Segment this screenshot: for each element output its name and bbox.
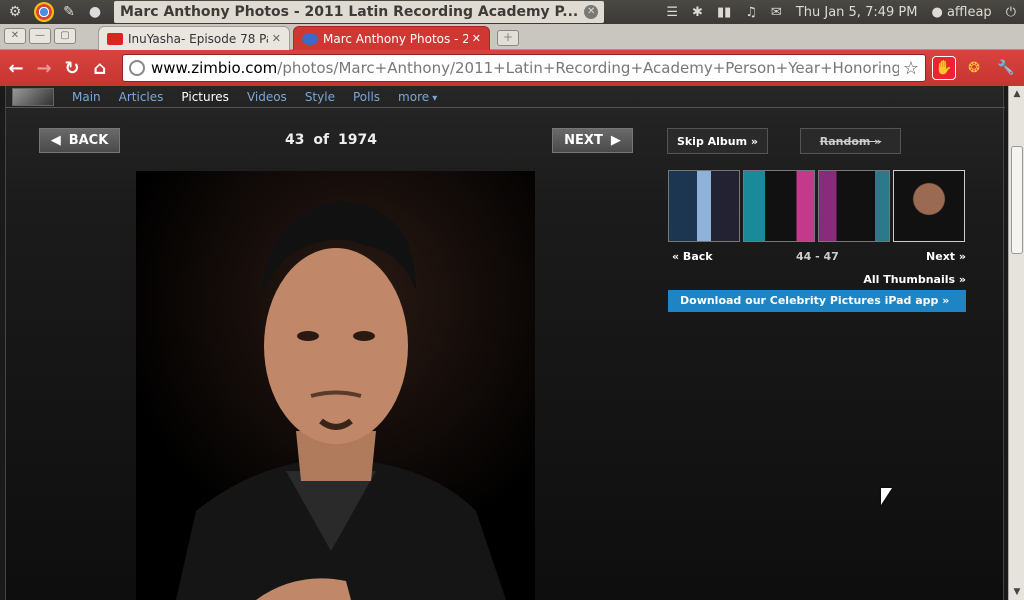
triangle-right-icon: ▶ [610, 133, 621, 148]
tab-close-icon[interactable]: ✕ [272, 32, 281, 45]
clock[interactable]: Thu Jan 5, 7:49 PM [796, 5, 918, 20]
random-button[interactable]: Random » [800, 128, 901, 154]
thumbnail-46[interactable] [818, 170, 890, 242]
youtube-favicon-icon [107, 32, 123, 45]
portrait-image [136, 171, 535, 600]
triangle-left-icon: ◀ [50, 133, 61, 148]
bluetooth-icon[interactable]: ✱ [692, 5, 703, 20]
window-minimize-button[interactable]: — [29, 28, 51, 44]
url-path: /photos/Marc+Anthony/2011+Latin+Recordin… [277, 59, 899, 77]
text-editor-icon[interactable]: ✎ [58, 2, 80, 22]
nav-more[interactable]: more [398, 90, 437, 104]
nav-videos[interactable]: Videos [247, 90, 287, 104]
tab-strip: ✕ — ▢ InuYasha- Episode 78 Pa ✕ Marc Ant… [0, 24, 1024, 50]
scrollbar-thumb[interactable] [1011, 146, 1023, 254]
counter-current: 43 [285, 132, 305, 148]
new-tab-button[interactable]: + [497, 30, 519, 46]
user-name: affleap [946, 4, 992, 20]
nav-articles[interactable]: Articles [119, 90, 164, 104]
skip-album-button[interactable]: Skip Album » [667, 128, 768, 154]
volume-icon[interactable]: ♫ [745, 5, 757, 20]
wifi-icon[interactable]: ☰ [666, 5, 678, 20]
site-nav: Main Articles Pictures Videos Style Poll… [6, 86, 1005, 108]
thumbs-range: 44 - 47 [796, 250, 839, 263]
zimbio-favicon-icon [302, 32, 318, 45]
active-window-title: Marc Anthony Photos - 2011 Latin Recordi… [114, 1, 605, 23]
nav-style[interactable]: Style [305, 90, 335, 104]
back-label: BACK [68, 133, 109, 148]
tab-inuyasha[interactable]: InuYasha- Episode 78 Pa ✕ [98, 26, 290, 50]
mail-icon[interactable]: ✉ [771, 5, 782, 20]
forward-arrow-icon[interactable]: → [30, 54, 58, 82]
ubuntu-menu-icon[interactable]: ⚙ [4, 2, 26, 22]
globe-icon [129, 60, 145, 76]
system-tray: ☰ ✱ ▮▮ ♫ ✉ Thu Jan 5, 7:49 PM ● affleap … [666, 5, 1024, 20]
thumbs-back-link[interactable]: « Back [672, 250, 713, 263]
chrome-launcher-icon[interactable] [34, 2, 54, 22]
url-domain: www.zimbio.com [151, 59, 278, 77]
tab-marc-anthony[interactable]: Marc Anthony Photos - 2 ✕ [293, 26, 490, 50]
gallery-back-button[interactable]: ◀ BACK [39, 128, 120, 153]
next-label: NEXT [564, 133, 603, 148]
battery-icon[interactable]: ▮▮ [717, 5, 731, 20]
photo-counter: 43 of 1974 [246, 132, 416, 148]
counter-of: of [313, 132, 330, 148]
thumbs-next-link[interactable]: Next » [926, 250, 966, 263]
gallery-next-button[interactable]: NEXT ▶ [552, 128, 633, 153]
gallery-frame: Main Articles Pictures Videos Style Poll… [5, 86, 1005, 600]
window-close-icon[interactable]: ✕ [584, 5, 599, 19]
tab-close-icon[interactable]: ✕ [472, 32, 481, 45]
thumbnail-44[interactable] [668, 170, 740, 242]
thumbnail-47[interactable] [893, 170, 965, 242]
address-bar[interactable]: www.zimbio.com/photos/Marc+Anthony/2011+… [122, 54, 926, 82]
scroll-down-icon[interactable]: ▼ [1011, 586, 1023, 598]
page-scrollbar[interactable]: ▲ ▼ [1008, 86, 1024, 600]
nav-main[interactable]: Main [72, 90, 101, 104]
system-icon[interactable]: ● [84, 2, 106, 22]
all-thumbnails-link[interactable]: All Thumbnails » [826, 273, 966, 286]
thumbnail-strip [668, 170, 965, 242]
tab-label: Marc Anthony Photos - 2 [323, 31, 468, 46]
window-title-text: Marc Anthony Photos - 2011 Latin Recordi… [120, 4, 579, 20]
reload-icon[interactable]: ↻ [58, 54, 86, 82]
thumbnail-45[interactable] [743, 170, 815, 242]
nav-pictures[interactable]: Pictures [181, 90, 229, 104]
tab-label: InuYasha- Episode 78 Pa [128, 31, 268, 46]
mouse-cursor-icon [881, 488, 892, 505]
back-arrow-icon[interactable]: ← [2, 54, 30, 82]
main-photo[interactable] [136, 171, 535, 600]
scroll-up-icon[interactable]: ▲ [1011, 88, 1023, 100]
bookmark-star-icon[interactable]: ☆ [903, 58, 919, 79]
os-top-panel: ⚙ ✎ ● Marc Anthony Photos - 2011 Latin R… [0, 0, 1024, 24]
power-icon[interactable]: ⏻ [1006, 5, 1016, 20]
profile-thumbnail[interactable] [12, 87, 54, 106]
ipad-app-banner[interactable]: Download our Celebrity Pictures iPad app… [668, 290, 966, 312]
user-menu[interactable]: ● affleap [931, 5, 991, 20]
home-icon[interactable]: ⌂ [86, 54, 114, 82]
window-maximize-button[interactable]: ▢ [54, 28, 76, 44]
web-page: Main Articles Pictures Videos Style Poll… [0, 86, 1008, 600]
adblock-icon[interactable]: ✋ [932, 56, 956, 80]
wrench-menu-icon[interactable]: 🔧 [994, 56, 1018, 80]
extension-icon[interactable]: ❂ [962, 56, 986, 80]
window-close-button[interactable]: ✕ [4, 28, 26, 44]
counter-total: 1974 [337, 132, 377, 148]
browser-toolbar: ← → ↻ ⌂ www.zimbio.com/photos/Marc+Antho… [0, 50, 1024, 86]
address-url[interactable]: www.zimbio.com/photos/Marc+Anthony/2011+… [151, 59, 899, 77]
nav-polls[interactable]: Polls [353, 90, 380, 104]
